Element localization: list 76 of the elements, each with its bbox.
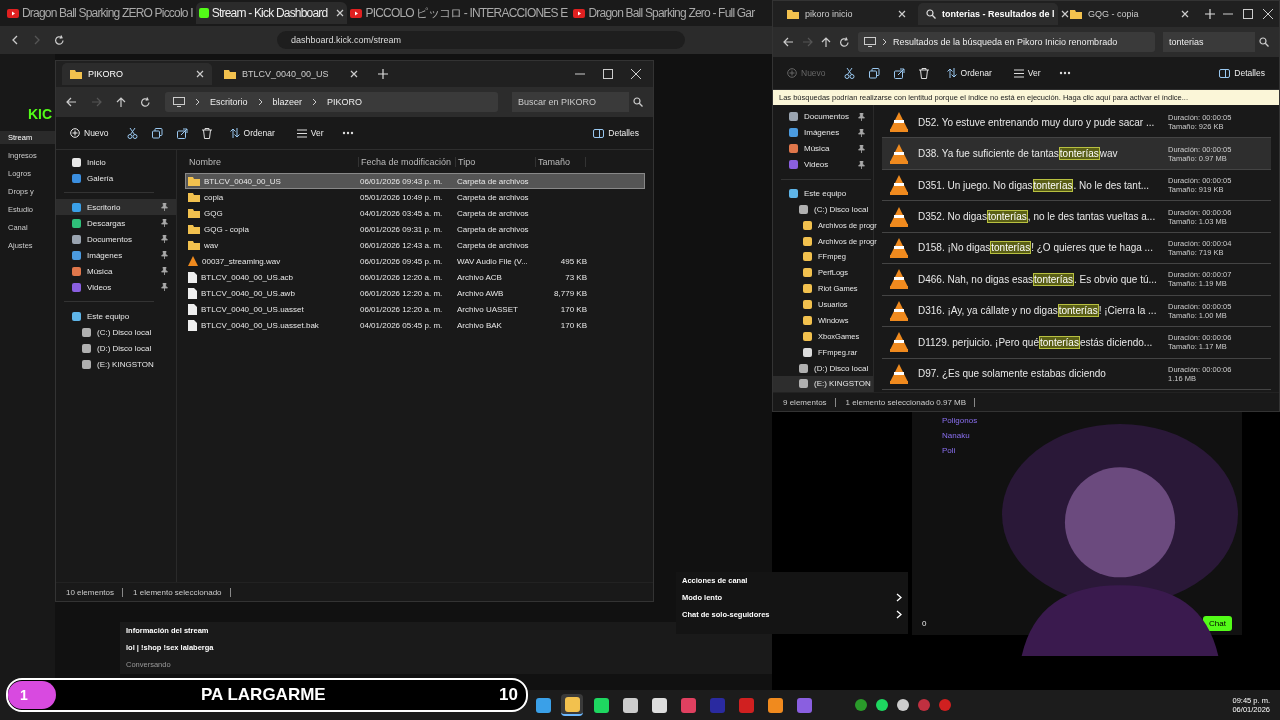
column-header[interactable]: Fecha de modificación	[359, 157, 456, 167]
search-field[interactable]: Buscar en PIKORO	[512, 92, 629, 112]
file-row[interactable]: BTLCV_0040_00_US 06/01/2026 09:43 p. m. Carpeta de archivos	[185, 173, 645, 189]
sidebar-item[interactable]: Imágenes	[773, 124, 873, 141]
source-item[interactable]: Nanaku	[942, 431, 970, 440]
view-button[interactable]: Ver	[292, 126, 328, 140]
new-button[interactable]: Nuevo	[66, 126, 113, 140]
tree-item[interactable]: Este equipo	[56, 308, 176, 324]
sort-button[interactable]: Ordenar	[225, 126, 279, 140]
sidebar-item[interactable]: Galería	[56, 170, 176, 186]
file-row[interactable]: wav 06/01/2026 12:43 a. m. Carpeta de archivos	[185, 237, 645, 253]
address-bar[interactable]: Escritorio blazeer PIKORO	[165, 92, 498, 112]
column-header[interactable]: Nombre	[187, 157, 359, 167]
file-row[interactable]: copia 05/01/2026 10:49 p. m. Carpeta de archivos	[185, 189, 645, 205]
result-title: D352. No digastonterías, no le des tantas vueltas a...	[918, 211, 1157, 223]
browser-tab[interactable]: Dragon Ball Sparking Zero - Full Gar	[570, 2, 758, 24]
source-item[interactable]: Poli	[942, 446, 956, 455]
tree-item[interactable]: (D:) Disco local	[56, 340, 176, 356]
source-item[interactable]: Poligonos	[942, 416, 978, 425]
result-title: D351. Un juego. No digastonterías. No le des tant...	[918, 179, 1151, 191]
overlay-title: PA LARGARME	[201, 685, 326, 705]
file-row[interactable]: GQG 04/01/2026 03:45 a. m. Carpeta de archivos	[185, 205, 645, 221]
details-button[interactable]: Detalles	[589, 126, 643, 140]
search-field[interactable]: tonterias	[1163, 32, 1255, 52]
result-title: D38. Ya fue suficiente de tantastonteríaswav	[918, 148, 1119, 160]
status-text: 10 elementos	[66, 587, 124, 597]
details-button[interactable]: Detalles	[1215, 66, 1269, 80]
tree-item[interactable]: (D:) Disco local	[773, 360, 873, 376]
result-title: D466. Nah, no digas esastonterías. Es obvio que tú...	[918, 273, 1158, 285]
viewer-count: 0	[922, 619, 927, 628]
explorer-tab[interactable]: pikoro inicio	[779, 3, 914, 25]
sidebar-item[interactable]: Descargas	[56, 215, 176, 231]
view-button[interactable]: Ver	[1009, 66, 1045, 80]
sidebar-item[interactable]: Música	[773, 140, 873, 157]
status-text: 9 elementos	[783, 397, 836, 407]
result-title: D52. Yo estuve entrenando muy duro y pude sacar ...	[918, 116, 1156, 128]
explorer-tab[interactable]: GQG - copia	[1062, 3, 1197, 25]
tree-item[interactable]: (E:) KINGSTON	[56, 356, 176, 372]
counter-text: 10	[499, 685, 518, 705]
file-row[interactable]: GQG - copia 06/01/2026 09:31 p. m. Carpeta de archivos	[185, 221, 645, 237]
file-row[interactable]: BTLCV_0040_00_US.awb 06/01/2026 12:20 a. m. Archivo AWB 8,779 KB	[185, 285, 645, 301]
browser-tab[interactable]: Stream - Kick Dashboard	[195, 2, 348, 24]
browser-tab[interactable]: Dragon Ball Sparking ZERO Piccolo I	[4, 2, 196, 24]
sidebar-item[interactable]: Documentos	[56, 231, 176, 247]
status-text: 1 elemento seleccionado	[133, 587, 231, 597]
result-title: D97. ¿Es que solamente estabas diciendo	[918, 368, 1107, 380]
file-row[interactable]: BTLCV_0040_00_US.uasset.bak 04/01/2026 05:45 p. m. Archivo BAK 170 KB	[185, 317, 645, 333]
explorer-tab[interactable]: BTLCV_0040_00_US	[216, 63, 366, 85]
sidebar-item[interactable]: Música	[56, 263, 176, 279]
result-title: D316. ¡Ay, ya cállate y no digastonterías! ¡Cierra la ...	[918, 305, 1158, 317]
address-bar[interactable]: Resultados de la búsqueda en Pikoro Inicio renombrado	[858, 32, 1155, 52]
tree-item[interactable]: (C:) Disco local	[773, 201, 873, 218]
sidebar-item[interactable]: Imágenes	[56, 247, 176, 263]
tree-item[interactable]: (C:) Disco local	[56, 324, 176, 340]
status-text: 1 elemento seleccionado 0.97 MB	[845, 397, 976, 407]
sidebar-item[interactable]: Escritorio	[56, 199, 176, 215]
column-header[interactable]: Tamaño	[536, 157, 586, 167]
column-header[interactable]: Tipo	[456, 157, 536, 167]
counter-badge: 1	[8, 681, 56, 709]
sidebar-item[interactable]: Documentos	[773, 109, 873, 125]
sort-button[interactable]: Ordenar	[942, 66, 996, 80]
kick-logo: KIC	[27, 106, 54, 122]
chat-button[interactable]: Chat	[1203, 616, 1232, 631]
file-row[interactable]: BTLCV_0040_00_US.acb 06/01/2026 12:20 a. m. Archivo ACB 73 KB	[185, 269, 645, 285]
browser-tab[interactable]: PICCOLO ピッコロ - INTERACCIONES E	[347, 2, 571, 24]
address-bar[interactable]: dashboard.kick.com/stream	[277, 31, 685, 49]
explorer-tab[interactable]: PIKORO	[62, 63, 212, 85]
sidebar-item[interactable]: Videos	[56, 279, 176, 295]
tree-item[interactable]: (E:) KINGSTON	[773, 376, 873, 392]
file-row[interactable]: 00037_streaming.wav 06/01/2026 09:45 p. m. WAV Audio File (V... 495 KB	[185, 253, 645, 269]
result-title: D158. ¡No digastonterías! ¿O quieres que te haga ...	[918, 242, 1154, 254]
sidebar-item[interactable]: Inicio	[56, 154, 176, 170]
result-title: D1129. perjuicio. ¡Pero quétonteríasestás diciendo...	[918, 336, 1154, 348]
tree-item[interactable]: Este equipo	[773, 185, 873, 202]
sidebar-item[interactable]: Videos	[773, 156, 873, 173]
file-row[interactable]: BTLCV_0040_00_US.uasset 06/01/2026 12:20 a. m. Archivo UASSET 170 KB	[185, 301, 645, 317]
